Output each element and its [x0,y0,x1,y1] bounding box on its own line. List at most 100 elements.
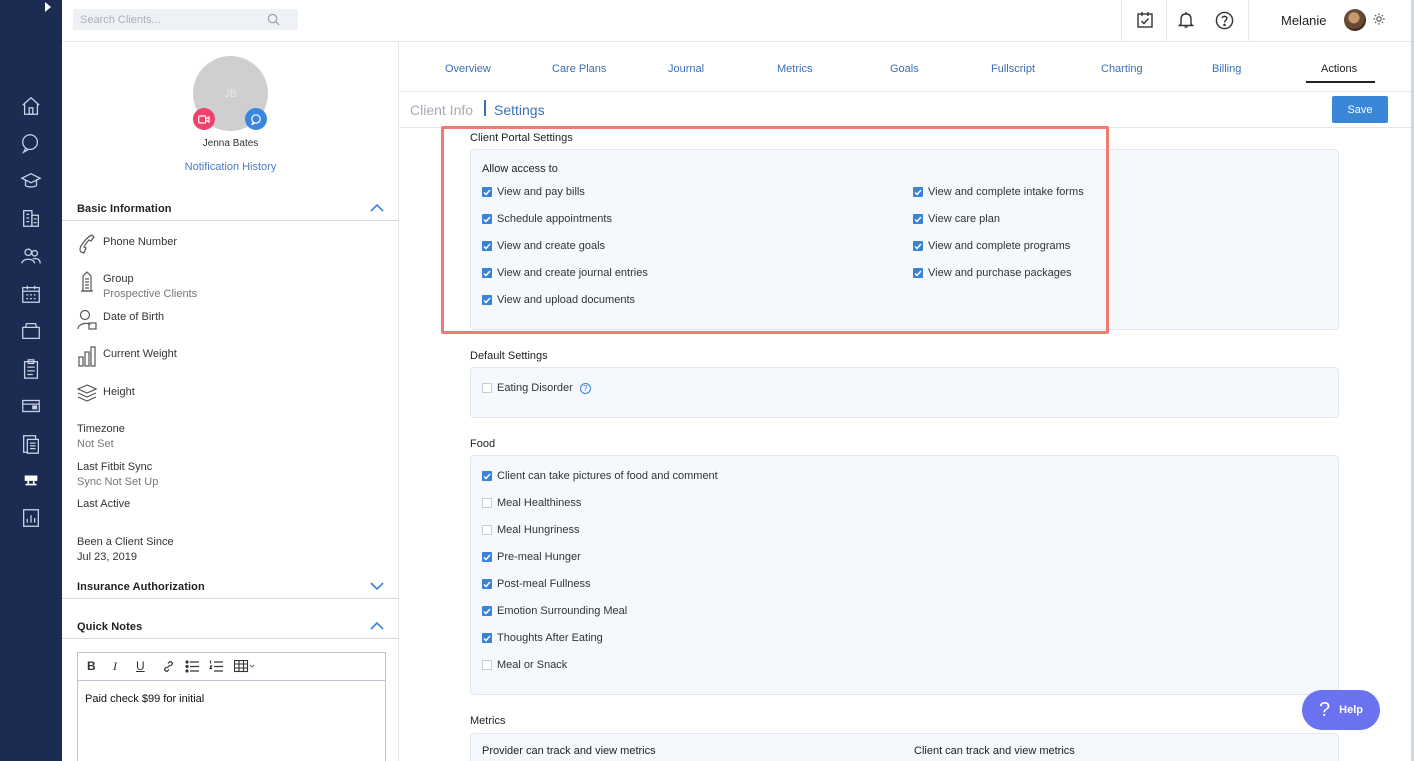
bell-icon[interactable] [1176,10,1196,30]
checkbox-checked-icon[interactable] [482,214,492,224]
food-option-checkbox[interactable]: Thoughts After Eating [482,632,603,644]
checkbox-checked-icon[interactable] [482,187,492,197]
basic-info-header[interactable]: Basic Information [62,199,398,221]
checkbox-checked-icon[interactable] [482,606,492,616]
chat-icon[interactable] [19,131,43,155]
reports-icon[interactable] [19,432,43,456]
folders-icon[interactable] [19,319,43,343]
food-option-checkbox[interactable]: Client can take pictures of food and com… [482,470,718,482]
calendar-icon[interactable] [19,282,43,306]
food-option-checkbox[interactable]: Emotion Surrounding Meal [482,605,627,617]
client-since-value: Jul 23, 2019 [77,551,137,563]
message-button[interactable] [245,108,267,130]
tab-journal[interactable]: Journal [668,63,704,75]
video-call-button[interactable] [193,108,215,130]
tasks-icon[interactable] [1135,10,1155,30]
chevron-down-icon[interactable] [370,581,384,591]
eating-disorder-checkbox[interactable]: Eating Disorder ? [482,382,591,394]
food-option-checkbox[interactable]: Post-meal Fullness [482,578,591,590]
gear-icon[interactable] [1372,12,1386,26]
store-icon[interactable] [19,468,43,492]
link-icon[interactable] [162,660,175,673]
portal-access-checkbox[interactable]: View and create journal entries [482,267,648,279]
checkbox-checked-icon[interactable] [482,241,492,251]
client-panel: JB Jenna Bates Notification History Basi… [62,42,399,761]
insurance-header[interactable]: Insurance Authorization [62,577,398,599]
client-search [73,9,298,30]
building-icon[interactable] [19,206,43,230]
chevron-up-icon[interactable] [370,203,384,213]
checkbox-checked-icon[interactable] [482,552,492,562]
numbered-list-icon[interactable] [209,660,223,673]
checkbox-label: View and pay bills [497,186,585,198]
home-icon[interactable] [19,94,43,118]
tab-fullscript[interactable]: Fullscript [991,63,1035,75]
portal-access-checkbox[interactable]: View and purchase packages [913,267,1072,279]
notification-history-link[interactable]: Notification History [62,161,399,173]
tab-overview[interactable]: Overview [445,63,491,75]
search-input[interactable] [73,9,263,30]
portal-access-checkbox[interactable]: View and upload documents [482,294,635,306]
tab-metrics[interactable]: Metrics [777,63,812,75]
save-button[interactable]: Save [1332,96,1388,123]
tab-actions[interactable]: Actions [1321,63,1357,75]
checkbox-unchecked[interactable] [482,383,492,393]
education-icon[interactable] [19,169,43,193]
billing-card-icon[interactable] [19,394,43,418]
bold-icon[interactable]: B [87,659,96,673]
checkbox-unchecked[interactable] [482,660,492,670]
table-icon[interactable] [234,660,256,673]
help-label: Help [1339,704,1363,716]
checkbox-checked-icon[interactable] [913,187,923,197]
phone-icon [79,234,95,254]
checkbox-checked-icon[interactable] [482,633,492,643]
underline-icon[interactable]: U [136,659,145,673]
question-icon[interactable]: ? [579,382,591,394]
food-option-checkbox[interactable]: Meal or Snack [482,659,567,671]
checkbox-checked-icon[interactable] [482,295,492,305]
checkbox-checked-icon[interactable] [482,268,492,278]
checkbox-checked-icon[interactable] [913,214,923,224]
chevron-up-icon[interactable] [370,621,384,631]
checkbox-unchecked[interactable] [482,525,492,535]
portal-access-checkbox[interactable]: View and pay bills [482,186,585,198]
search-icon[interactable] [267,13,280,26]
top-header: Melanie [62,0,1412,42]
food-option-checkbox[interactable]: Meal Healthiness [482,497,581,509]
quick-notes-header[interactable]: Quick Notes [62,617,398,639]
analytics-icon[interactable] [19,506,43,530]
checkbox-label: Thoughts After Eating [497,632,603,644]
clipboard-icon[interactable] [19,357,43,381]
settings-link[interactable]: Settings [494,102,545,118]
timezone-value: Not Set [77,438,114,450]
tab-care-plans[interactable]: Care Plans [552,63,606,75]
checkbox-unchecked[interactable] [482,498,492,508]
portal-access-checkbox[interactable]: View and create goals [482,240,605,252]
tab-charting[interactable]: Charting [1101,63,1143,75]
checkbox-checked-icon[interactable] [913,268,923,278]
help-circle-icon[interactable] [1214,10,1234,30]
user-avatar[interactable] [1344,9,1366,31]
tab-goals[interactable]: Goals [890,63,919,75]
client-name: Jenna Bates [202,138,259,149]
checkbox-checked-icon[interactable] [913,241,923,251]
expand-arrow-icon[interactable] [44,2,52,12]
client-info-link[interactable]: Client Info [410,102,473,118]
bullet-list-icon[interactable] [185,660,199,673]
note-text[interactable]: Paid check $99 for initial [78,681,385,717]
help-button[interactable]: ? Help [1302,690,1380,730]
clients-icon[interactable] [19,244,43,268]
italic-icon[interactable]: I [113,659,117,674]
portal-access-checkbox[interactable]: View and complete programs [913,240,1070,252]
insurance-title: Insurance Authorization [77,581,205,593]
checkbox-checked-icon[interactable] [482,579,492,589]
food-option-checkbox[interactable]: Pre-meal Hunger [482,551,581,563]
tab-billing[interactable]: Billing [1212,63,1241,75]
portal-access-checkbox[interactable]: View care plan [913,213,1000,225]
portal-access-checkbox[interactable]: Schedule appointments [482,213,612,225]
checkbox-checked-icon[interactable] [482,471,492,481]
default-settings-title: Default Settings [470,350,548,362]
user-name[interactable]: Melanie [1281,13,1327,28]
food-option-checkbox[interactable]: Meal Hungriness [482,524,580,536]
portal-access-checkbox[interactable]: View and complete intake forms [913,186,1084,198]
